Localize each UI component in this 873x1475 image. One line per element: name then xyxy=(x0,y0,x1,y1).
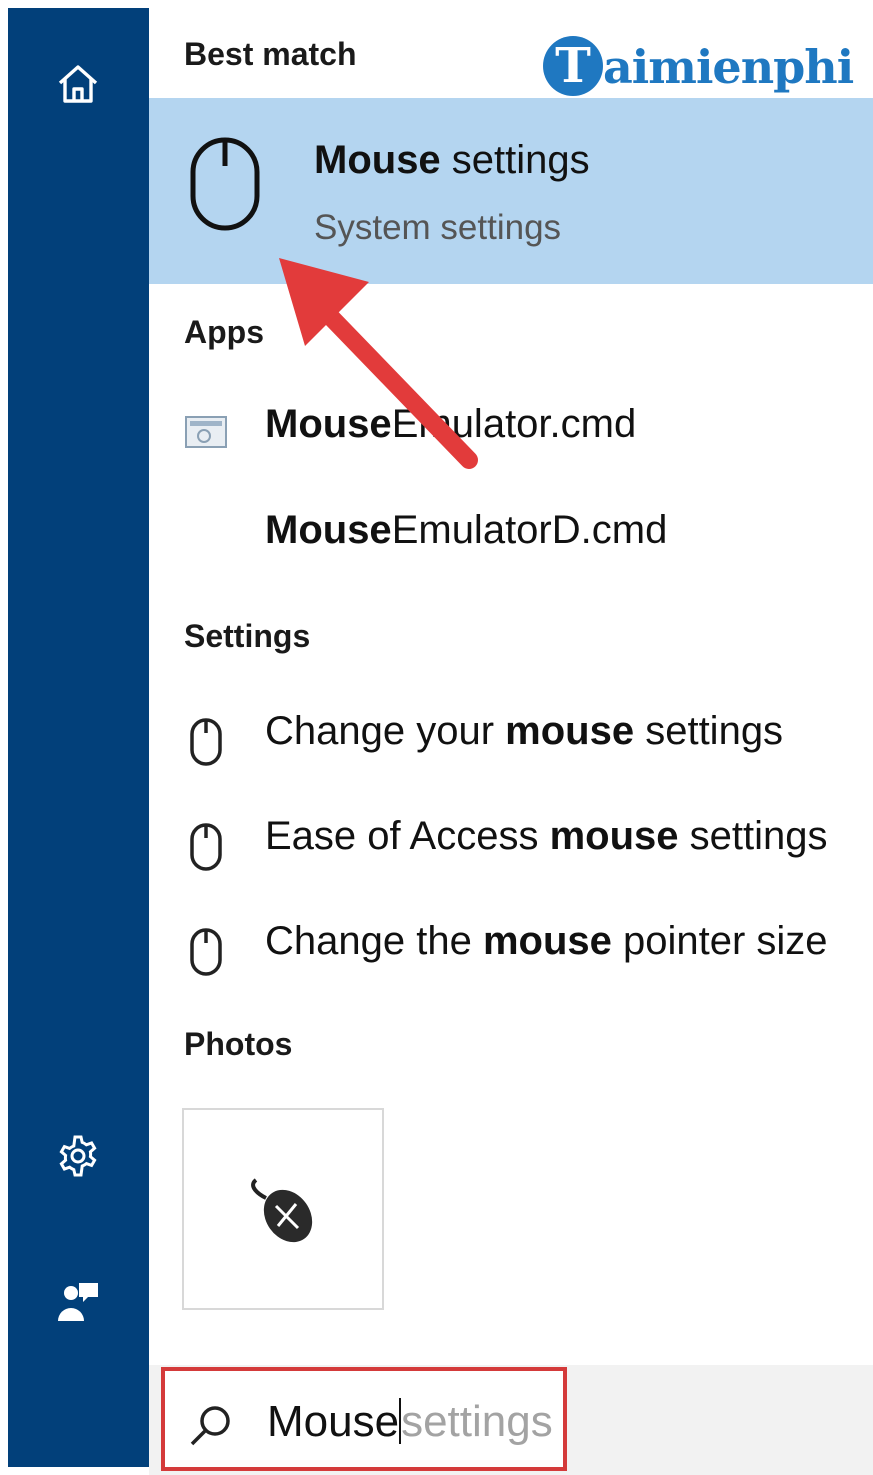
gear-icon[interactable] xyxy=(52,1130,104,1182)
photo-result-tile[interactable] xyxy=(182,1108,384,1310)
mouse-icon xyxy=(190,137,260,231)
app-result-mouseemulator[interactable]: MouseEmulator.cmd xyxy=(149,386,873,476)
search-bar: Mousesettings xyxy=(149,1365,873,1475)
section-photos: Photos xyxy=(184,1026,293,1062)
settings-result-change-mouse[interactable]: Change your mouse settings xyxy=(149,693,873,783)
settings-result-ease-of-access[interactable]: Ease of Access mouse settings xyxy=(149,798,873,888)
app-result-label: MouseEmulator.cmd xyxy=(265,402,637,446)
search-input[interactable]: Mousesettings xyxy=(161,1367,567,1471)
mouse-icon xyxy=(190,823,222,871)
best-match-item[interactable]: Mouse settings System settings xyxy=(149,98,873,284)
search-typed-text: Mouse xyxy=(267,1397,400,1446)
search-icon xyxy=(190,1406,230,1446)
start-sidebar xyxy=(8,8,149,1467)
settings-result-label: Change your mouse settings xyxy=(265,709,784,753)
settings-result-pointer-size[interactable]: Change the mouse pointer size xyxy=(149,903,873,993)
home-icon[interactable] xyxy=(52,58,104,110)
best-match-subtitle: System settings xyxy=(314,208,562,247)
feedback-icon[interactable] xyxy=(52,1276,104,1328)
mouse-icon xyxy=(190,718,222,766)
mouse-icon xyxy=(190,928,222,976)
mouse-photo-icon xyxy=(251,1178,313,1243)
settings-result-label: Ease of Access mouse settings xyxy=(265,814,828,858)
section-settings: Settings xyxy=(184,618,311,654)
section-apps: Apps xyxy=(184,314,264,350)
best-match-title: Mouse settings xyxy=(314,138,590,182)
section-best-match: Best match xyxy=(184,36,357,72)
settings-result-label: Change the mouse pointer size xyxy=(265,919,828,963)
app-result-mouseemulatord[interactable]: MouseEmulatorD.cmd xyxy=(149,492,873,582)
app-result-label: MouseEmulatorD.cmd xyxy=(265,508,668,552)
cmd-file-icon xyxy=(185,416,227,448)
search-suggestion-text: settings xyxy=(401,1397,553,1446)
search-results-panel: Best match T aimienphi .vn Mouse setting… xyxy=(149,8,873,1475)
